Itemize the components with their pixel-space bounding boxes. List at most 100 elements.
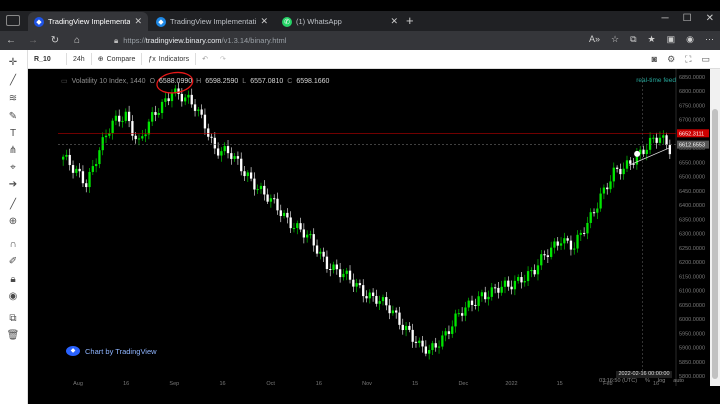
candle-body [490,287,493,297]
more-menu-icon[interactable]: ⋯ [705,34,714,45]
close-value: 6598.1660 [296,77,330,85]
tradingview-watermark[interactable]: ◆ Chart by TradingView [66,346,157,356]
open-label: O [149,77,156,85]
close-tab-icon[interactable]: ✕ [390,16,398,27]
candle-body [365,296,368,299]
candlestick-chart[interactable]: 6850.00006800.00006750.00006700.00006650… [28,69,710,386]
price-chart[interactable]: 6850.00006800.00006750.00006700.00006650… [28,69,720,386]
tab-actions-icon[interactable] [6,15,20,26]
magnet-icon[interactable]: ∩ [5,238,21,252]
candle-body [609,181,612,190]
read-aloud-icon[interactable]: A» [589,34,600,45]
candle-body [579,232,582,235]
candle-body [477,296,480,306]
hide-drawings-icon[interactable]: ◉ [5,290,21,304]
candle-body [358,283,362,286]
log-toggle[interactable]: log [658,378,665,386]
redo-button[interactable]: ↷ [214,55,232,63]
symbol-search[interactable]: R_10 [28,56,66,63]
extensions-icon[interactable]: ⧉ [630,34,636,45]
profile-icon[interactable]: ◉ [686,34,694,45]
reload-icon[interactable]: ↻ [44,35,66,46]
candle-body [540,254,543,266]
candle-body [315,245,319,254]
trash-icon[interactable]: 🗑︎ [5,329,21,343]
candle-body [395,310,398,313]
candle-body [480,292,484,297]
candle-body [582,232,586,234]
camera-icon[interactable]: ◙ [652,54,657,65]
layers-icon[interactable]: ⧉ [5,312,21,326]
candle-body [256,189,259,191]
arrow-icon[interactable]: ➔ [5,178,21,192]
candle-body [437,346,441,348]
text-tool-icon[interactable]: T [5,127,21,141]
price-tick-label: 6800.0000 [679,89,705,95]
forward-icon[interactable]: → [22,35,44,46]
candle-body [85,183,88,188]
indicators-button[interactable]: ƒx Indicators [142,56,195,63]
candle-body [269,198,273,202]
stay-drawing-icon[interactable]: ✐ [5,255,21,269]
ruler-icon[interactable]: ╱ [5,198,21,212]
candle-body [325,256,329,269]
lock-drawings-icon[interactable]: 🔒︎ [5,273,21,287]
browser-tab-3[interactable]: ✆ (1) WhatsApp ✕ [276,12,404,31]
save-icon[interactable]: ▭ [701,54,710,65]
watermark-text: Chart by TradingView [85,346,157,356]
address-bar[interactable]: 🔒︎ https://tradingview.binary.com/v1.3.1… [114,33,584,48]
minimize-icon[interactable]: ─ [662,13,669,24]
compare-button[interactable]: ⊕ Compare [92,55,142,64]
favorites-icon[interactable]: ★ [648,34,656,45]
scrollbar-thumb[interactable] [712,109,718,379]
price-tick-label: 6500.0000 [679,175,705,181]
home-icon[interactable]: ⌂ [66,35,88,46]
crosshair-time-label: 2022-02-16 00:00:00 [616,371,672,378]
crosshair-icon[interactable]: ✛ [5,56,21,70]
page-scrollbar[interactable] [710,69,720,386]
percent-toggle[interactable]: % [645,378,650,386]
candle-body [249,172,253,179]
fullscreen-icon[interactable]: ⛶ [685,54,691,65]
candle-body [645,149,648,155]
candle-body [296,223,299,229]
browser-tab-2[interactable]: ◆ TradingView Implementation for ✕ [150,12,274,31]
candle-body [543,254,546,256]
close-window-icon[interactable]: ✕ [706,13,714,24]
series-collapse-icon[interactable]: ▭ [61,77,68,85]
price-tick-label: 5900.0000 [679,346,705,352]
undo-button[interactable]: ↶ [196,55,214,63]
candle-body [398,312,401,325]
favorite-add-icon[interactable]: ☆ [611,34,619,45]
settings-icon[interactable]: ⚙ [667,54,675,65]
candle-body [526,271,530,282]
candle-body [556,241,559,246]
candle-body [401,324,404,331]
close-tab-icon[interactable]: ✕ [134,16,142,27]
zoom-in-icon[interactable]: ⊕ [5,215,21,229]
auto-toggle[interactable]: auto [673,378,684,386]
brush-icon[interactable]: ✎ [5,110,21,124]
back-icon[interactable]: ← [0,35,22,46]
candle-body [68,154,71,166]
browser-tab-1[interactable]: ◆ TradingView Implementation for ✕ [28,12,148,31]
collections-icon[interactable]: ▣ [667,34,676,45]
candle-body [282,212,286,217]
feed-status: real-time feed [636,77,676,84]
prediction-icon[interactable]: ⌖ [5,161,21,175]
candle-body [263,185,266,195]
trend-line-icon[interactable]: ╱ [5,74,21,88]
candle-body [371,292,375,296]
candle-body [94,164,98,167]
candle-body [497,287,500,293]
maximize-icon[interactable]: ☐ [683,13,692,24]
interval-selector[interactable]: 24h [67,56,91,63]
new-tab-button[interactable]: + [406,13,414,29]
candle-body [451,326,454,334]
candle-body [114,115,118,121]
close-tab-icon[interactable]: ✕ [260,16,268,27]
tab-title: TradingView Implementation for [48,17,131,26]
fibonacci-icon[interactable]: ≋ [5,92,21,106]
candle-body [615,167,619,169]
pattern-icon[interactable]: ⋔ [5,144,21,158]
